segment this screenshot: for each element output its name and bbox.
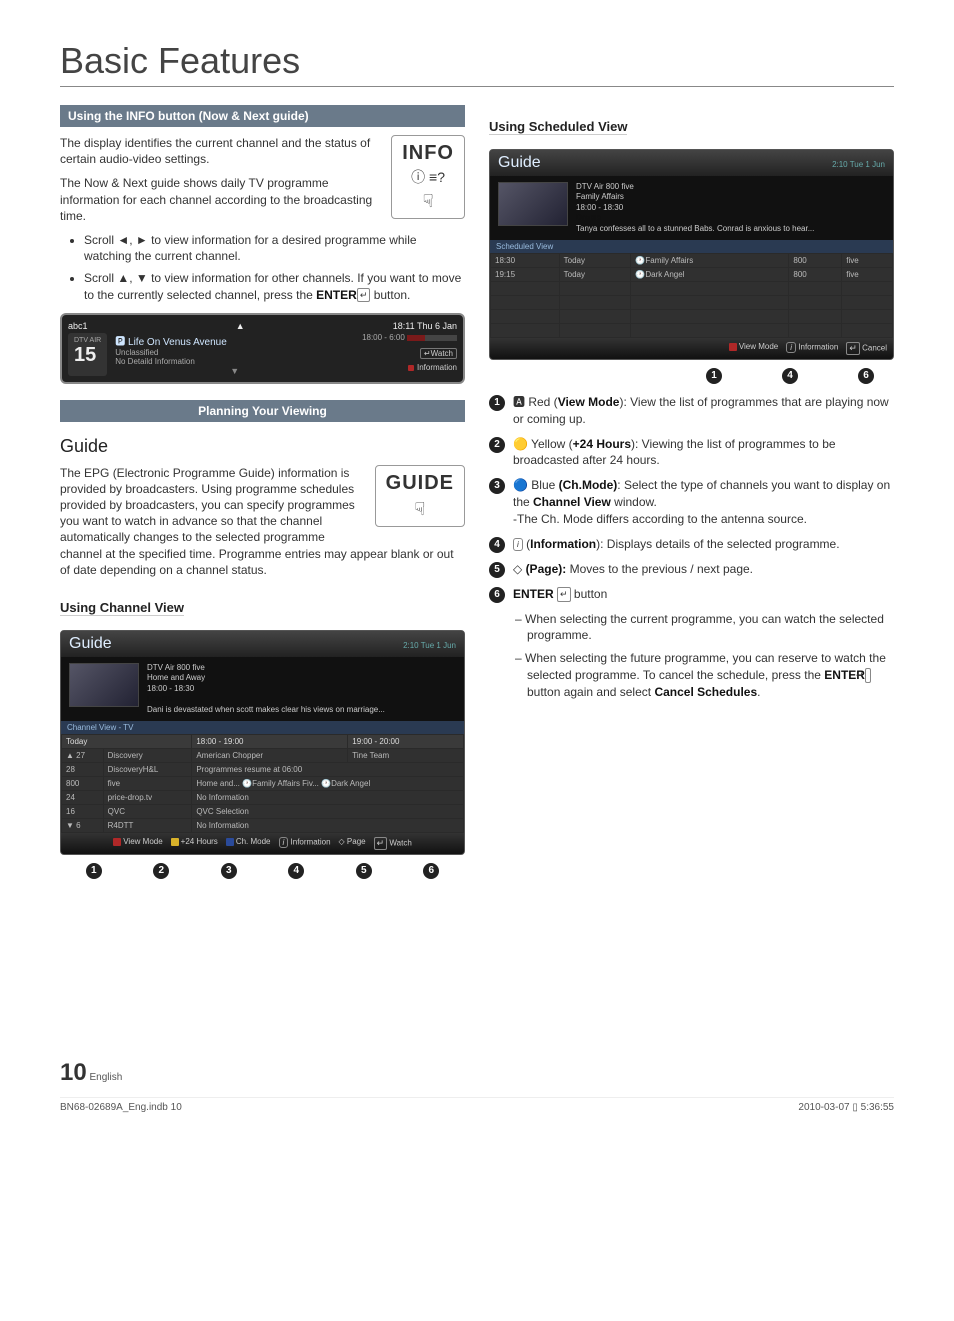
guide-heading: Guide <box>60 436 465 457</box>
guide-table: Today 18:00 - 19:00 19:00 - 20:00 ▲ 27Di… <box>61 734 464 833</box>
panel-clock: 18:11 Thu 6 Jan <box>393 321 457 331</box>
channel-number: 15 <box>74 344 101 367</box>
guide-icon-label: GUIDE <box>386 472 454 495</box>
legend-enter: ENTER ↵ button <box>513 586 607 603</box>
table-row: 19:15Today🕐Dark Angel800five <box>491 267 893 281</box>
page-number: 10 <box>60 1059 87 1086</box>
dash-current-programme: When selecting the current programme, yo… <box>515 611 894 645</box>
watch-hint: ↵Watch <box>420 348 457 359</box>
using-channel-view-heading: Using Channel View <box>60 600 184 616</box>
channel-view-tab: Channel View - TV <box>61 721 464 734</box>
guide-remote-icon: GUIDE ☟ <box>375 465 465 527</box>
legend-list: 1🅰 Red (View Mode): View the list of pro… <box>489 394 894 603</box>
programme-title: 🅿 Life On Venus Avenue <box>115 333 354 348</box>
guide-thumbnail <box>69 663 139 707</box>
channel-box: DTV Air 15 <box>68 333 107 376</box>
using-scheduled-view-heading: Using Scheduled View <box>489 119 627 135</box>
dash-future-programme: When selecting the future programme, you… <box>515 650 894 700</box>
table-row <box>491 295 893 309</box>
print-timestamp: 2010-03-07 ▯ 5:36:55 <box>798 1102 894 1113</box>
info-remote-icon: INFO ⓘ ≡? ☟ <box>391 135 465 219</box>
left-column: Using the INFO button (Now & Next guide)… <box>60 105 465 879</box>
page-title: Basic Features <box>60 40 894 87</box>
legend-view-mode: 🅰 Red (View Mode): View the list of prog… <box>513 394 894 428</box>
table-row: 24price-drop.tvNo Information <box>62 790 464 804</box>
table-row: ▲ 27DiscoveryAmerican ChopperTine Team <box>62 748 464 762</box>
page-footer: 10 English <box>60 1059 894 1087</box>
doc-id: BN68-02689A_Eng.indb 10 <box>60 1102 182 1113</box>
table-row <box>491 281 893 295</box>
guide-scheduled-view-panel: Guide 2:10 Tue 1 Jun DTV Air 800 five Fa… <box>489 149 894 360</box>
panel-channel-name: abc1 <box>68 321 88 331</box>
legend-information: i (Information): Displays details of the… <box>513 536 840 553</box>
legend-page: ◇ (Page): Moves to the previous / next p… <box>513 561 753 578</box>
info-icon-sub: ⓘ ≡? <box>402 167 454 187</box>
now-next-panel: abc1 ▲ 18:11 Thu 6 Jan DTV Air 15 🅿 Life… <box>60 313 465 384</box>
guide-thumbnail <box>498 182 568 226</box>
info-icon-label: INFO <box>402 142 454 165</box>
section-planning: Planning Your Viewing <box>60 400 465 422</box>
legend-ch-mode: 🔵 Blue (Ch.Mode): Select the type of cha… <box>513 477 894 527</box>
table-row <box>491 309 893 323</box>
table-row <box>491 323 893 337</box>
guide-panel-time: 2:10 Tue 1 Jun <box>403 641 456 650</box>
right-column: Using Scheduled View Guide 2:10 Tue 1 Ju… <box>489 105 894 879</box>
scheduled-bottom-bar: View Mode i Information ↵ Cancel <box>490 338 893 359</box>
enter-sub-list: When selecting the current programme, yo… <box>515 611 894 701</box>
guide-channel-view-panel: Guide 2:10 Tue 1 Jun DTV Air 800 five Ho… <box>60 630 465 855</box>
table-row: 800fiveHome and... 🕐Family Affairs Fiv..… <box>62 776 464 790</box>
guide-panel-title: Guide <box>498 154 541 172</box>
guide-bottom-bar: View Mode +24 Hours Ch. Mode i Informati… <box>61 833 464 854</box>
table-row: 28DiscoveryH&LProgrammes resume at 06:00 <box>62 762 464 776</box>
section-info-button: Using the INFO button (Now & Next guide) <box>60 105 465 127</box>
table-row: 16QVCQVC Selection <box>62 804 464 818</box>
scheduled-table: 18:30Today🕐Family Affairs800five 19:15To… <box>490 253 893 338</box>
legend-24-hours: 🟡 Yellow (+24 Hours): Viewing the list o… <box>513 436 894 470</box>
hand-icon: ☟ <box>386 499 454 520</box>
guide-panel-time: 2:10 Tue 1 Jun <box>832 160 885 169</box>
table-row: 18:30Today🕐Family Affairs800five <box>491 253 893 267</box>
callouts-scheduled-view: 1 4 6 <box>489 368 894 384</box>
bullet-scroll-lr: Scroll ◄, ► to view information for a de… <box>84 232 465 264</box>
info-bullets: Scroll ◄, ► to view information for a de… <box>84 232 465 303</box>
scheduled-view-tab: Scheduled View <box>490 240 893 253</box>
table-row: ▼ 6R4DTTNo Information <box>62 818 464 832</box>
guide-panel-title: Guide <box>69 635 112 653</box>
bullet-scroll-ud: Scroll ▲, ▼ to view information for othe… <box>84 270 465 302</box>
callouts-channel-view: 1 2 3 4 5 6 <box>60 863 465 879</box>
hand-icon: ☟ <box>402 191 454 212</box>
